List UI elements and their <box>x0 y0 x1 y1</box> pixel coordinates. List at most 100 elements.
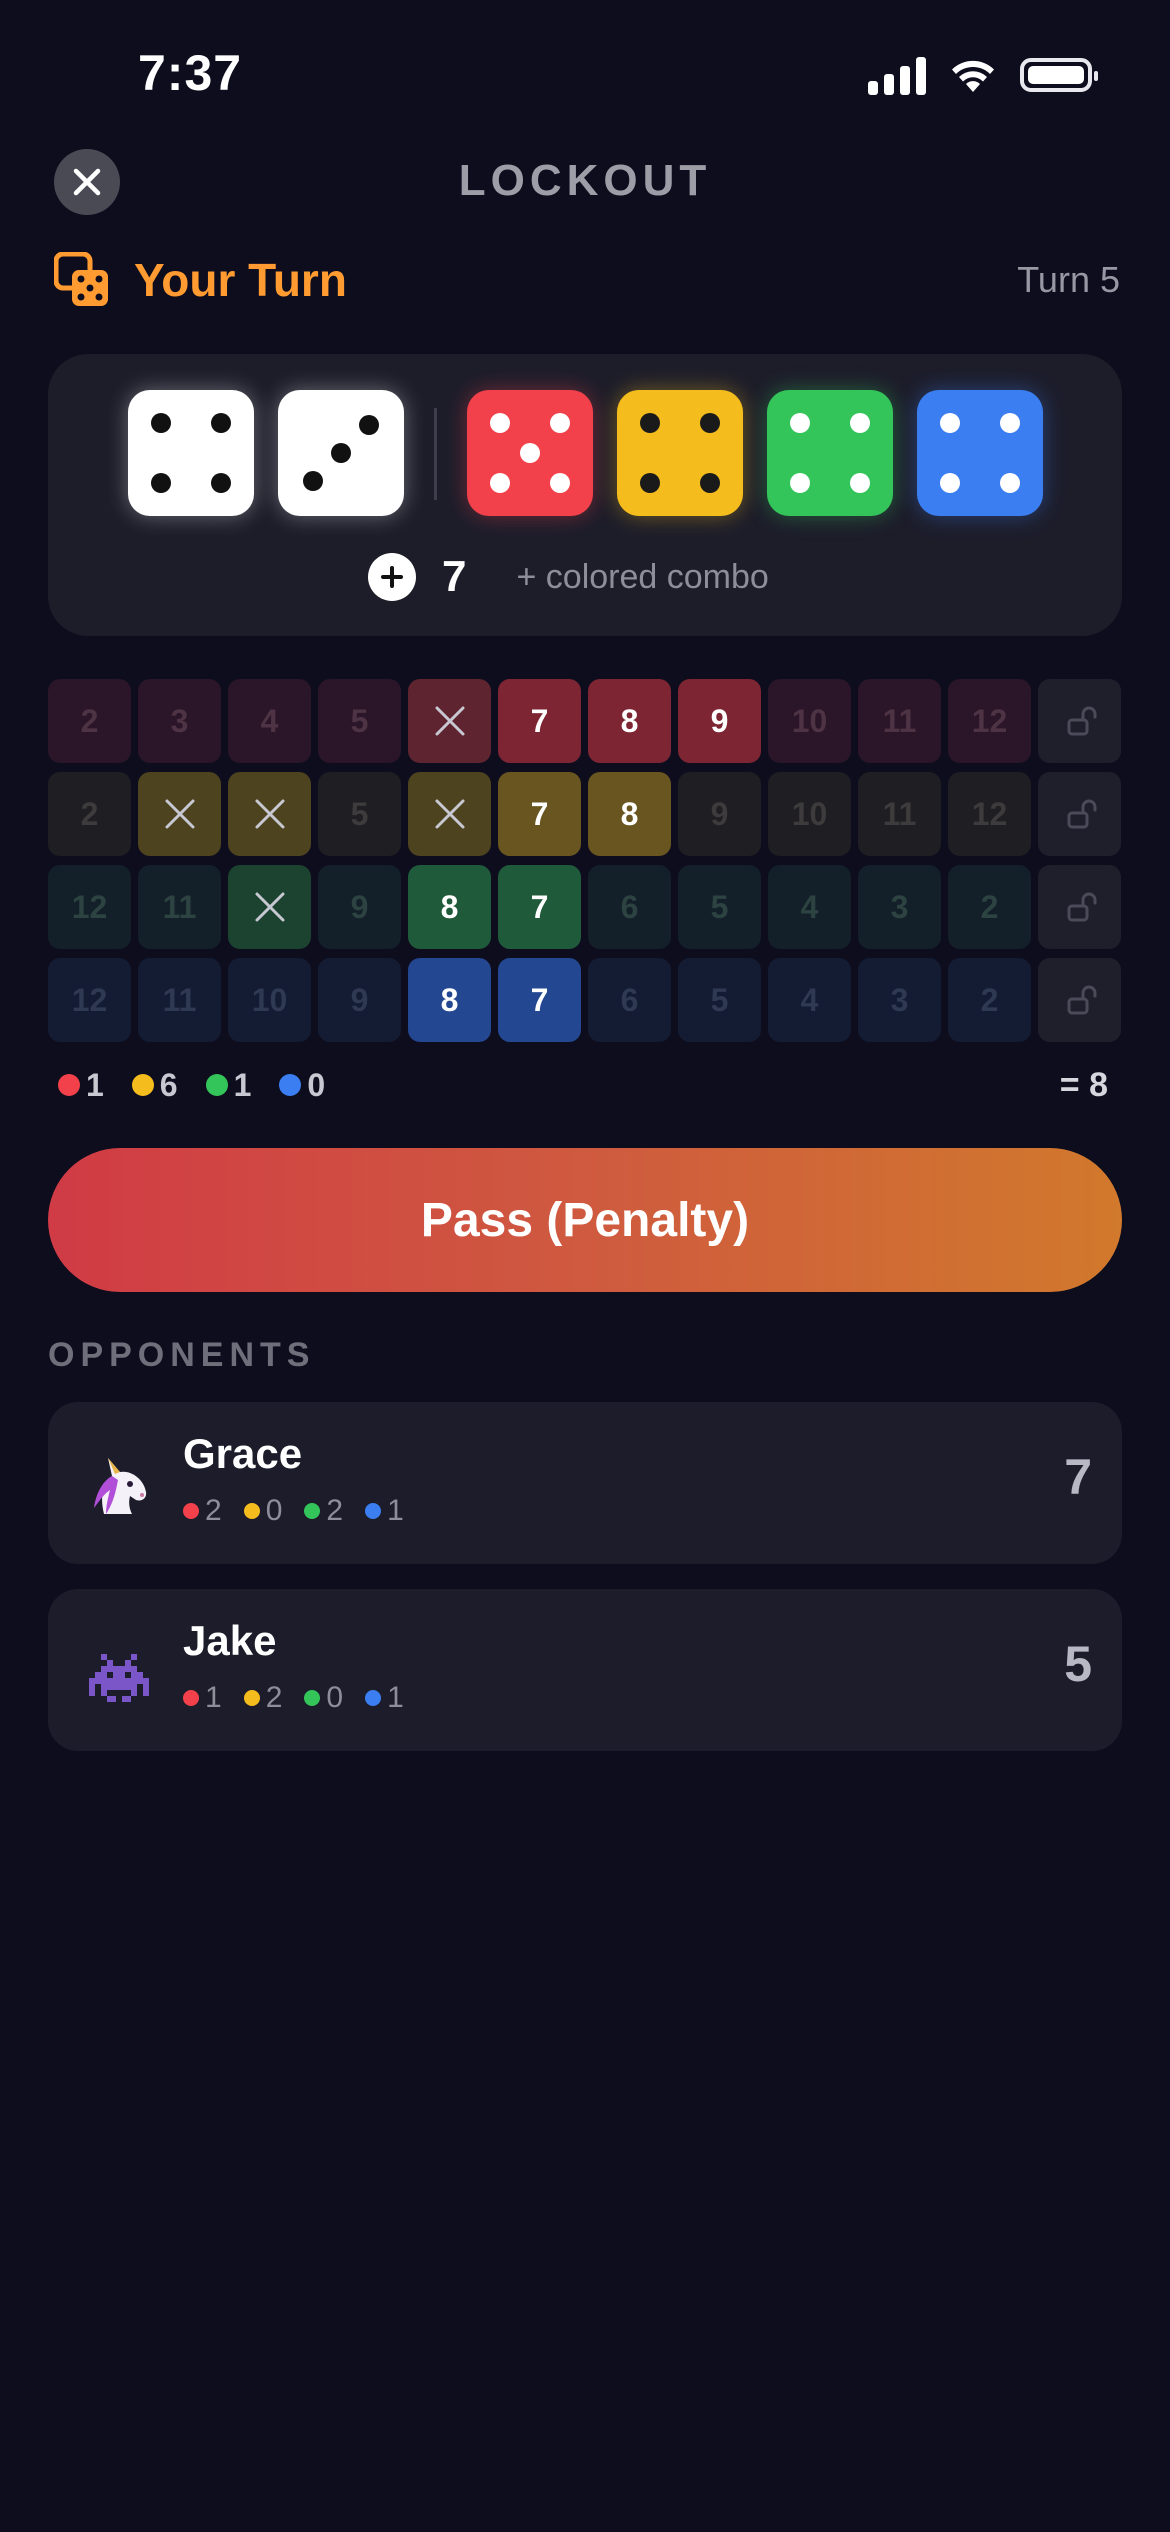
grid-row-red: 2 3 4 5 7 8 9 10 11 12 <box>48 679 1122 763</box>
grid-cell-red-12: 12 <box>948 679 1031 763</box>
green-die <box>767 390 893 516</box>
grid-row-green: 12 11 9 8 7 6 5 4 3 2 <box>48 865 1122 949</box>
grid-cell-green-10 <box>228 865 311 949</box>
grid-cell-green-4: 4 <box>768 865 851 949</box>
grid-cell-red-4: 4 <box>228 679 311 763</box>
opponent-card[interactable]: Grace 2 0 2 1 7 <box>48 1402 1122 1564</box>
tally-count: 6 <box>159 1066 178 1103</box>
grid-cell-yellow-9: 9 <box>678 772 761 856</box>
dice-icon <box>54 252 108 306</box>
dice-sum-row: 7 + colored combo <box>368 542 769 612</box>
wifi-icon <box>952 60 994 92</box>
yellow-die <box>617 390 743 516</box>
turn-indicator: Your Turn Turn 5 <box>54 248 1120 312</box>
grid-cell-red-8[interactable]: 8 <box>588 679 671 763</box>
grid-cell-red-5: 5 <box>318 679 401 763</box>
opponents-heading: OPPONENTS <box>48 1336 316 1374</box>
tally-count: 1 <box>86 1066 104 1103</box>
grid-cell-blue-9: 9 <box>318 958 401 1042</box>
grid-cell-blue-11: 11 <box>138 958 221 1042</box>
grid-cell-yellow-11: 11 <box>858 772 941 856</box>
status-bar: 7:37 <box>0 0 1170 150</box>
opponent-tallies: 1 2 0 1 <box>183 1681 426 1715</box>
lock-open-icon <box>1038 772 1121 856</box>
grid-cell-yellow-4 <box>228 772 311 856</box>
grid-cell-yellow-8[interactable]: 8 <box>588 772 671 856</box>
opponent-tally-red: 1 <box>183 1681 222 1715</box>
lock-open-icon <box>1038 958 1121 1042</box>
white-dice-sum: 7 <box>442 552 467 601</box>
grid-cell-red-11: 11 <box>858 679 941 763</box>
grid-cell-green-8[interactable]: 8 <box>408 865 491 949</box>
status-time: 7:37 <box>138 45 243 101</box>
white-die <box>278 390 404 516</box>
dice-panel: 7 + colored combo <box>48 354 1122 636</box>
grid-cell-yellow-10: 10 <box>768 772 851 856</box>
grid-cell-green-11: 11 <box>138 865 221 949</box>
opponent-tallies: 2 0 2 1 <box>183 1494 426 1528</box>
lock-open-icon <box>1038 865 1121 949</box>
opponent-score: 5 <box>1064 1636 1092 1692</box>
grid-cell-green-9: 9 <box>318 865 401 949</box>
pass-penalty-button[interactable]: Pass (Penalty) <box>48 1148 1122 1292</box>
grid-cell-red-2: 2 <box>48 679 131 763</box>
grid-cell-yellow-7[interactable]: 7 <box>498 772 581 856</box>
grid-cell-green-3: 3 <box>858 865 941 949</box>
green-dot <box>205 1074 228 1096</box>
tally-count: 1 <box>233 1066 252 1103</box>
grid-cell-green-7[interactable]: 7 <box>498 865 581 949</box>
blue-dot <box>279 1074 302 1096</box>
signal-icon <box>868 55 926 95</box>
blue-die <box>917 390 1043 516</box>
grid-cell-blue-8[interactable]: 8 <box>408 958 491 1042</box>
grid-row-yellow: 2 5 7 8 9 10 11 12 <box>48 772 1122 856</box>
opponent-tally-yellow: 2 <box>243 1681 282 1715</box>
grid-cell-yellow-12: 12 <box>948 772 1031 856</box>
opponent-tally-yellow: 0 <box>243 1494 282 1528</box>
grid-cell-green-2: 2 <box>948 865 1031 949</box>
red-die <box>467 390 593 516</box>
turn-label: Your Turn <box>134 254 347 306</box>
grid-cell-red-9[interactable]: 9 <box>678 679 761 763</box>
grid-cell-blue-3: 3 <box>858 958 941 1042</box>
white-die <box>128 390 254 516</box>
grid-cell-red-7[interactable]: 7 <box>498 679 581 763</box>
opponent-tally-green: 0 <box>304 1681 343 1715</box>
status-icons <box>868 55 1098 95</box>
grid-cell-green-6: 6 <box>588 865 671 949</box>
grid-cell-blue-4: 4 <box>768 958 851 1042</box>
cross-icon <box>435 799 464 829</box>
tally-count: 0 <box>307 1066 326 1103</box>
space-invader-icon <box>89 1654 149 1702</box>
cross-icon <box>165 799 194 829</box>
grid-cell-green-5: 5 <box>678 865 761 949</box>
plus-icon <box>368 553 416 601</box>
opponent-card[interactable]: Jake 1 2 0 1 5 <box>48 1589 1122 1751</box>
score-tally: 1 6 1 0 = 8 <box>58 1060 1108 1110</box>
cross-icon <box>255 892 284 922</box>
combo-hint: + colored combo <box>516 557 769 596</box>
grid-cell-red-6 <box>408 679 491 763</box>
grid-cell-red-10: 10 <box>768 679 851 763</box>
grid-cell-green-12: 12 <box>48 865 131 949</box>
tally-total: = 8 <box>1059 1065 1108 1104</box>
grid-cell-yellow-5: 5 <box>318 772 401 856</box>
red-dot <box>58 1074 80 1096</box>
dice-divider <box>434 408 437 500</box>
opponent-tally-blue: 1 <box>365 1494 404 1528</box>
yellow-dot <box>131 1074 154 1096</box>
grid-row-blue: 12 11 10 9 8 7 6 5 4 3 2 <box>48 958 1122 1042</box>
grid-cell-blue-6: 6 <box>588 958 671 1042</box>
tally-red: 1 <box>58 1067 104 1104</box>
grid-cell-blue-2: 2 <box>948 958 1031 1042</box>
opponent-name: Grace <box>183 1430 303 1477</box>
page-title: LOCKOUT <box>458 156 712 205</box>
lock-open-icon <box>1038 679 1121 763</box>
unicorn-icon <box>94 1458 147 1514</box>
cross-icon <box>435 706 464 736</box>
opponent-tally-red: 2 <box>183 1494 222 1528</box>
opponent-tally-blue: 1 <box>365 1681 404 1715</box>
battery-icon <box>1020 58 1098 92</box>
grid-cell-blue-7[interactable]: 7 <box>498 958 581 1042</box>
grid-cell-red-3: 3 <box>138 679 221 763</box>
